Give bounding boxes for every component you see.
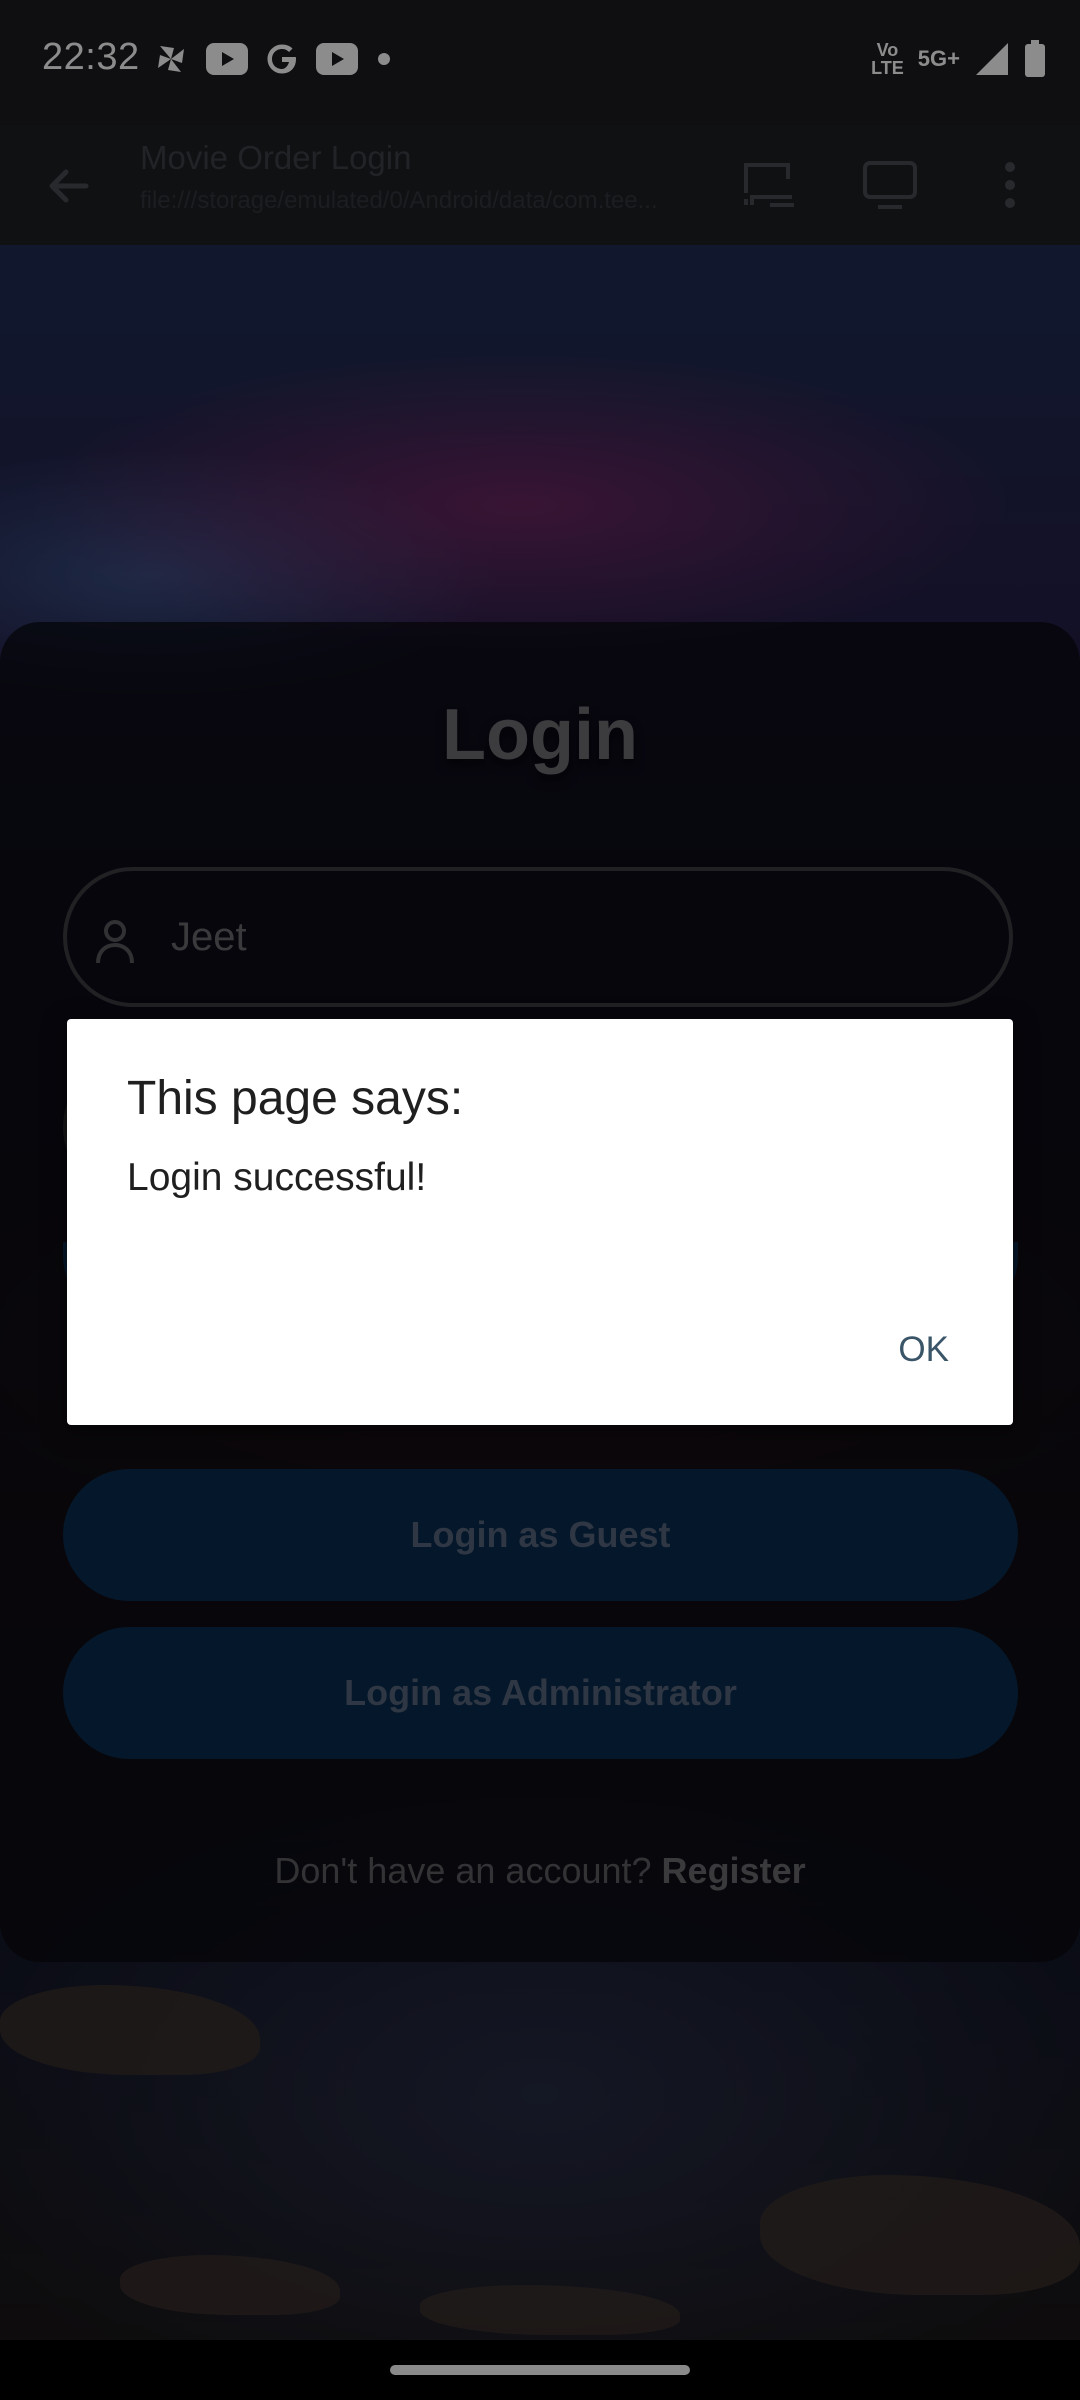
home-gesture-handle[interactable]	[390, 2365, 690, 2375]
ok-button[interactable]: OK	[892, 1326, 955, 1374]
dialog-title: This page says:	[127, 1072, 464, 1125]
alert-dialog: This page says: Login successful! OK	[67, 1019, 1013, 1425]
navigation-bar	[0, 2340, 1080, 2400]
dialog-message: Login successful!	[127, 1156, 427, 1199]
